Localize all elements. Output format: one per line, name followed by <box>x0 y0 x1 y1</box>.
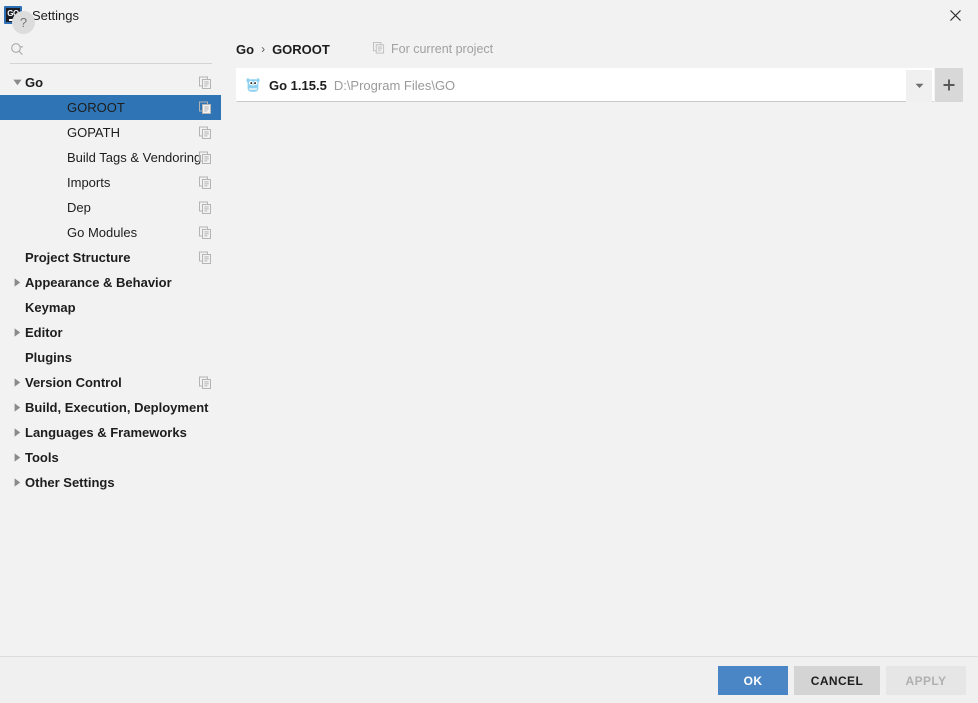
apply-button[interactable]: APPLY <box>886 666 966 695</box>
plus-icon <box>943 79 955 91</box>
sidebar-item-label: Go <box>25 75 44 90</box>
sidebar-item-imports[interactable]: Imports <box>0 170 221 195</box>
settings-main-panel: Go › GOROOT For current project Go 1.15.… <box>221 30 978 656</box>
chevron-down-icon[interactable] <box>9 79 25 86</box>
search-divider <box>10 63 212 64</box>
window-titlebar: GO Settings <box>0 0 978 30</box>
sidebar-item-label: Other Settings <box>25 475 115 490</box>
search-icon <box>10 42 25 57</box>
window-title: Settings <box>32 7 79 23</box>
sidebar-item-build-tags-vendoring[interactable]: Build Tags & Vendoring <box>0 145 221 170</box>
settings-tree: Go GOROOT GOPATH Build Tags & Vendoring Impo… <box>0 70 221 495</box>
breadcrumb-separator: › <box>261 42 266 56</box>
chevron-right-icon[interactable] <box>9 378 25 387</box>
project-settings-icon <box>199 226 212 239</box>
sidebar-item-version-control[interactable]: Version Control <box>0 370 221 395</box>
sidebar-item-plugins[interactable]: Plugins <box>0 345 221 370</box>
search-input[interactable] <box>31 42 201 56</box>
scope-note: For current project <box>373 38 493 60</box>
scope-label: For current project <box>391 42 494 56</box>
sidebar-item-editor[interactable]: Editor <box>0 320 221 345</box>
project-settings-icon <box>373 41 385 57</box>
sidebar-item-dep[interactable]: Dep <box>0 195 221 220</box>
chevron-right-icon[interactable] <box>9 453 25 462</box>
sidebar-item-label: Go Modules <box>67 225 138 240</box>
breadcrumb-parent[interactable]: Go <box>236 42 254 57</box>
sidebar-item-label: Imports <box>67 175 111 190</box>
sidebar-item-project-structure[interactable]: Project Structure <box>0 245 221 270</box>
project-settings-icon <box>199 176 212 189</box>
sidebar-item-label: Build, Execution, Deployment <box>25 400 209 415</box>
sidebar-item-label: Dep <box>67 200 91 215</box>
sidebar-item-build-execution-deployment[interactable]: Build, Execution, Deployment <box>0 395 221 420</box>
sidebar-item-label: Project Structure <box>25 250 131 265</box>
project-settings-icon <box>199 151 212 164</box>
sidebar-item-label: Build Tags & Vendoring <box>67 150 202 165</box>
chevron-right-icon[interactable] <box>9 428 25 437</box>
chevron-right-icon[interactable] <box>9 403 25 412</box>
ok-button[interactable]: OK <box>718 666 788 695</box>
sidebar-item-label: Keymap <box>25 300 76 315</box>
close-icon[interactable] <box>932 0 978 30</box>
sidebar-item-label: Version Control <box>25 375 122 390</box>
cancel-button[interactable]: CANCEL <box>794 666 880 695</box>
sidebar-item-label: GOROOT <box>67 100 125 115</box>
go-gopher-icon <box>246 77 260 93</box>
sidebar-item-label: Appearance & Behavior <box>25 275 172 290</box>
sidebar-item-other-settings[interactable]: Other Settings <box>0 470 221 495</box>
project-settings-icon <box>199 201 212 214</box>
sdk-name: Go 1.15.5 <box>269 77 327 93</box>
sidebar-item-appearance-behavior[interactable]: Appearance & Behavior <box>0 270 221 295</box>
add-sdk-button[interactable] <box>935 68 963 102</box>
sidebar-item-gopath[interactable]: GOPATH <box>0 120 221 145</box>
sidebar-item-label: Tools <box>25 450 59 465</box>
sidebar-item-go[interactable]: Go <box>0 70 221 95</box>
sidebar-item-label: Plugins <box>25 350 72 365</box>
sidebar-item-go-modules[interactable]: Go Modules <box>0 220 221 245</box>
settings-sidebar: Go GOROOT GOPATH Build Tags & Vendoring Impo… <box>0 30 221 656</box>
chevron-right-icon[interactable] <box>9 278 25 287</box>
chevron-down-icon[interactable] <box>906 70 932 102</box>
search-row[interactable] <box>0 34 221 64</box>
breadcrumb: Go › GOROOT <box>236 38 330 60</box>
goroot-sdk-combobox[interactable]: Go 1.15.5 D:\Program Files\GO <box>236 68 934 102</box>
sidebar-item-goroot[interactable]: GOROOT <box>0 95 221 120</box>
chevron-right-icon[interactable] <box>9 328 25 337</box>
sdk-path: D:\Program Files\GO <box>333 77 456 93</box>
sidebar-item-label: Editor <box>25 325 63 340</box>
project-settings-icon <box>199 101 212 114</box>
sidebar-item-languages-frameworks[interactable]: Languages & Frameworks <box>0 420 221 445</box>
help-button[interactable]: ? <box>12 11 35 34</box>
sidebar-item-label: GOPATH <box>67 125 120 140</box>
project-settings-icon <box>199 251 212 264</box>
project-settings-icon <box>199 76 212 89</box>
sidebar-item-keymap[interactable]: Keymap <box>0 295 221 320</box>
sidebar-item-tools[interactable]: Tools <box>0 445 221 470</box>
chevron-right-icon[interactable] <box>9 478 25 487</box>
sidebar-item-label: Languages & Frameworks <box>25 425 187 440</box>
goroot-sdk-row: Go 1.15.5 D:\Program Files\GO <box>236 68 963 104</box>
project-settings-icon <box>199 376 212 389</box>
breadcrumb-current: GOROOT <box>272 41 330 57</box>
project-settings-icon <box>199 126 212 139</box>
